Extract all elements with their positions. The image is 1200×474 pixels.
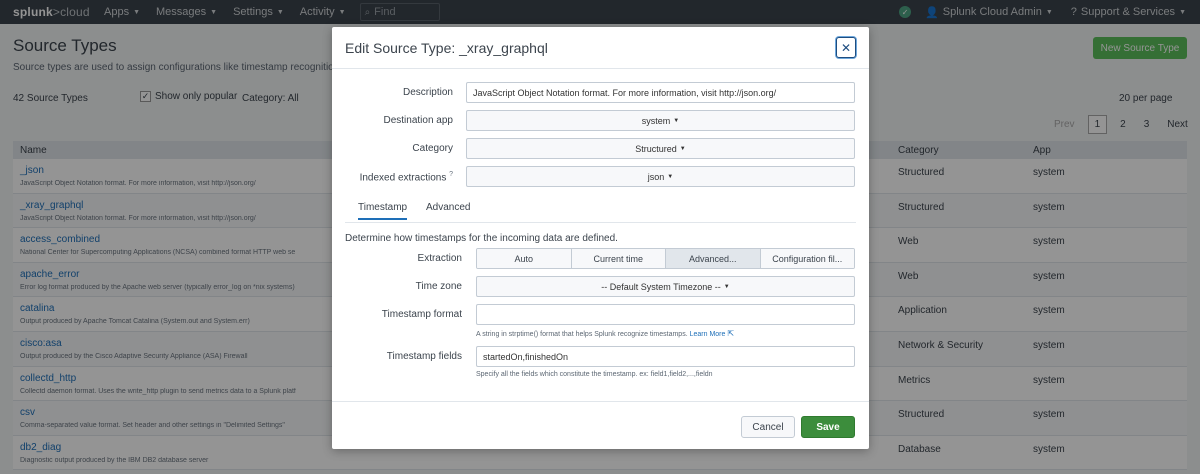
- timestamp-fields-input[interactable]: startedOn,finishedOn: [476, 346, 855, 367]
- description-input[interactable]: JavaScript Object Notation format. For m…: [466, 82, 855, 103]
- modal-footer: Cancel Save: [332, 401, 869, 449]
- extraction-config-file[interactable]: Configuration fil...: [760, 249, 854, 268]
- extraction-advanced[interactable]: Advanced...: [666, 249, 761, 268]
- caret-down-icon: ▼: [723, 283, 730, 290]
- edit-source-type-modal: Edit Source Type: _xray_graphql ✕ Descri…: [332, 27, 869, 449]
- modal-tabs: Timestamp Advanced: [345, 199, 856, 223]
- timezone-label: Time zone: [415, 281, 462, 292]
- indexed-extractions-label: Indexed extractions ?: [359, 171, 453, 184]
- help-icon[interactable]: ?: [449, 171, 453, 178]
- destination-app-select[interactable]: system ▼: [466, 110, 855, 131]
- modal-title: Edit Source Type: _xray_graphql: [345, 40, 548, 56]
- description-label: Description: [402, 87, 453, 98]
- caret-down-icon: ▼: [679, 145, 686, 152]
- timestamp-format-help: A string in strptime() format that helps…: [476, 329, 735, 338]
- extraction-segmented-control: Auto Current time Advanced... Configurat…: [476, 248, 855, 269]
- save-button[interactable]: Save: [801, 416, 855, 438]
- timestamp-format-label: Timestamp format: [381, 309, 462, 320]
- caret-down-icon: ▼: [673, 117, 680, 124]
- close-icon: ✕: [840, 40, 852, 55]
- learn-more-link[interactable]: Learn More: [690, 331, 726, 338]
- modal-header: Edit Source Type: _xray_graphql ✕: [332, 27, 869, 69]
- extraction-label: Extraction: [417, 253, 462, 264]
- timestamp-intro: Determine how timestamps for the incomin…: [345, 233, 618, 244]
- indexed-extractions-select[interactable]: json ▼: [466, 166, 855, 187]
- timezone-select[interactable]: -- Default System Timezone -- ▼: [476, 276, 855, 297]
- cancel-button[interactable]: Cancel: [741, 416, 795, 438]
- extraction-current-time[interactable]: Current time: [571, 249, 666, 268]
- caret-down-icon: ▼: [667, 173, 674, 180]
- category-label: Category: [412, 143, 453, 154]
- category-select[interactable]: Structured ▼: [466, 138, 855, 159]
- destination-app-label: Destination app: [383, 115, 454, 126]
- close-button[interactable]: ✕: [836, 37, 856, 58]
- timestamp-format-input[interactable]: [476, 304, 855, 325]
- external-link-icon: ⇱: [727, 329, 735, 338]
- extraction-auto[interactable]: Auto: [477, 249, 572, 268]
- tab-advanced[interactable]: Advanced: [426, 202, 470, 213]
- timestamp-fields-help: Specify all the fields which constitute …: [476, 371, 713, 378]
- tab-timestamp[interactable]: Timestamp: [358, 202, 408, 220]
- timestamp-fields-label: Timestamp fields: [386, 351, 462, 362]
